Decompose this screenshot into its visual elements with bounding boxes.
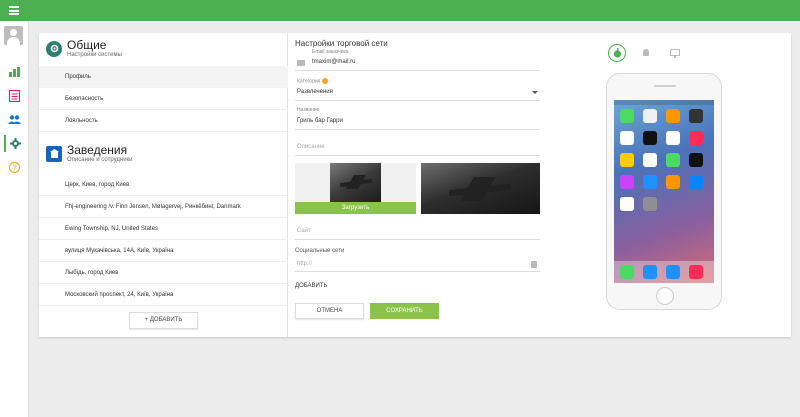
social-label: Социальные сети [295, 248, 345, 254]
category-select[interactable]: Развлечения [295, 89, 540, 101]
name-label: Название [297, 107, 320, 113]
email-label: Email заказчика [312, 49, 349, 55]
venue-item[interactable]: Лыбідь, город Киев [39, 262, 288, 284]
general-item-security[interactable]: Безопасность [39, 88, 288, 110]
android-icon [643, 49, 649, 56]
add-venue-button[interactable]: + ДОБАВИТЬ [129, 312, 198, 329]
general-item-loyalty[interactable]: Лояльность [39, 110, 288, 132]
phone-speaker [654, 85, 676, 87]
apple-icon [613, 48, 621, 58]
email-field[interactable]: tmaxim@mail.ru [295, 59, 540, 71]
venues-subtitle: Описание и сотрудники [67, 157, 133, 163]
phone-home-button [656, 287, 674, 305]
name-field[interactable]: Гриль бар Гарри [295, 118, 540, 130]
avatar[interactable] [4, 26, 23, 45]
hamburger-menu-icon[interactable] [9, 6, 19, 15]
os-tabs [608, 44, 695, 62]
general-section-header: Общие Настройки системы [46, 39, 122, 58]
nav-settings-icon[interactable] [4, 135, 25, 152]
tab-desktop[interactable] [666, 44, 684, 62]
image-uploader: Загрузить [295, 163, 416, 214]
svg-text:?: ? [12, 163, 17, 172]
uploaded-image-preview [421, 163, 540, 214]
add-social-link[interactable]: ДОБАВИТЬ [295, 283, 327, 289]
uploaded-image-thumbnail [330, 163, 381, 202]
category-label: Категория [297, 78, 329, 84]
venues-title: Заведения [67, 143, 128, 157]
venues-section-header: Заведения Описание и сотрудники [46, 144, 133, 163]
settings-gear-icon [46, 40, 62, 57]
phone-screen [614, 100, 714, 283]
venue-item[interactable]: Fhj-engineering /v. Finn Jensen, Mølager… [39, 196, 288, 218]
venue-building-icon [46, 145, 62, 162]
mail-icon [297, 60, 305, 66]
desktop-icon [670, 48, 680, 58]
nav-list-icon[interactable] [4, 87, 25, 104]
general-item-profile[interactable]: Профиль [39, 66, 288, 88]
venue-item[interactable]: Церк, Киев, город Киев [39, 174, 288, 196]
tab-ios[interactable] [608, 44, 626, 62]
form-title: Настройки торговой сети [295, 39, 388, 48]
nav-analytics-icon[interactable] [4, 63, 25, 80]
info-icon [322, 78, 329, 84]
venue-item[interactable]: вулиця Мукачівська, 14А, Київ, Україна [39, 240, 288, 262]
settings-card: Общие Настройки системы Профиль Безопасн… [39, 33, 791, 337]
tab-android[interactable] [637, 44, 655, 62]
cancel-button[interactable]: ОТМЕНА [295, 303, 364, 319]
venue-item[interactable]: Московский проспект, 24, Київ, Україна [39, 284, 288, 306]
chevron-down-icon [532, 91, 538, 94]
nav-help-icon[interactable]: ? [4, 159, 25, 176]
general-title: Общие [67, 38, 107, 52]
nav-users-icon[interactable] [4, 111, 25, 128]
social-url-field[interactable]: http:// [295, 261, 540, 272]
top-bar [0, 0, 800, 21]
site-field[interactable]: Сайт [295, 228, 540, 240]
description-field[interactable]: Описание [295, 144, 540, 156]
general-subtitle: Настройки системы [67, 52, 122, 58]
venue-item[interactable]: Ewing Township, NJ, United States [39, 218, 288, 240]
upload-button[interactable]: Загрузить [295, 202, 416, 214]
left-navigation: ? [0, 21, 29, 417]
trash-icon[interactable] [531, 261, 537, 268]
chain-settings-form: Настройки торговой сети Email заказчика … [295, 33, 541, 337]
phone-mockup [606, 73, 722, 310]
mobile-preview [549, 33, 791, 337]
save-button[interactable]: СОХРАНИТЬ [370, 303, 439, 319]
settings-sidebar: Общие Настройки системы Профиль Безопасн… [39, 33, 288, 337]
phone-dock [614, 261, 714, 283]
